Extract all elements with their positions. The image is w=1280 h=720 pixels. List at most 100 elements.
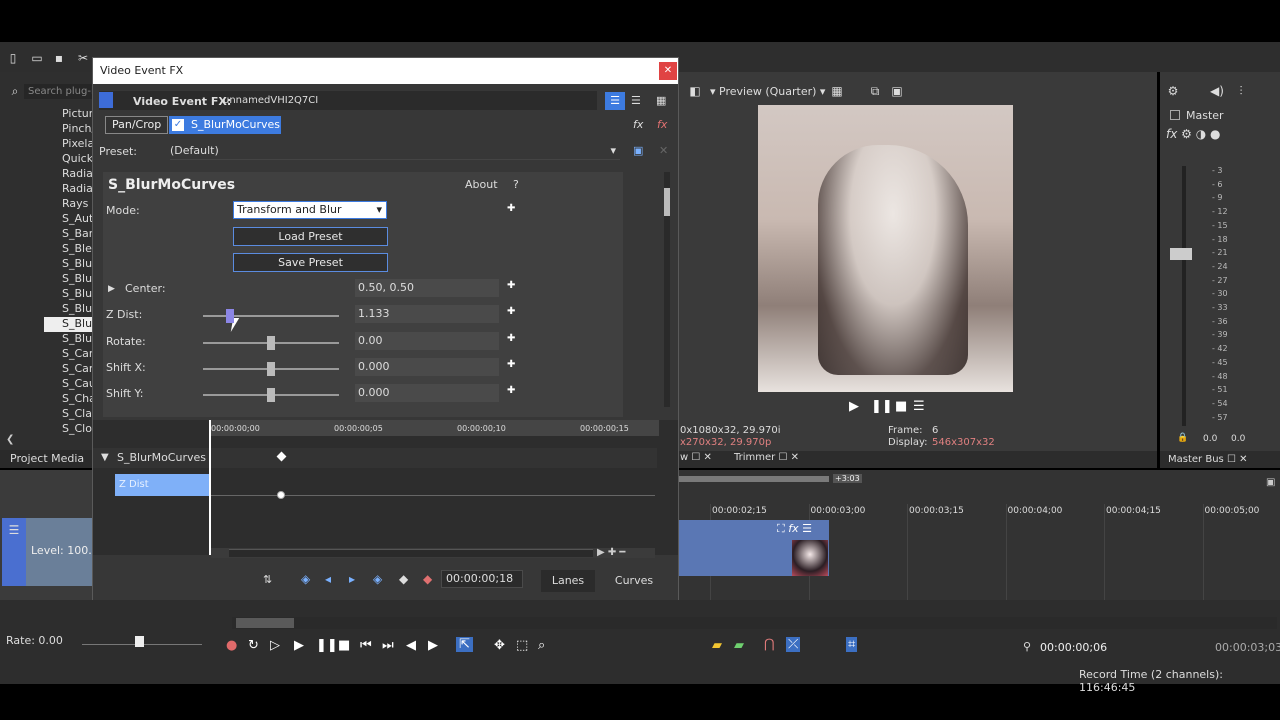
fx-list-item[interactable]: FXS_Blur [44, 332, 92, 347]
preview-settings-icon[interactable]: ◧ [688, 84, 702, 98]
fx-list-item[interactable]: FXS_Blea [44, 242, 92, 257]
param-slider-track[interactable] [203, 315, 339, 318]
param-value-field[interactable]: 0.000 [355, 357, 499, 376]
envelope-tool-icon[interactable]: ✥ [494, 638, 505, 653]
fx-list-item[interactable]: FXS_Clan [44, 407, 92, 422]
fx-list-item[interactable]: FXS_Cau [44, 377, 92, 392]
save-preset-button[interactable]: Save Preset [233, 253, 388, 272]
fx-list-item[interactable]: FXS_Cart [44, 347, 92, 362]
param-keyframe-icon[interactable]: ✚ [507, 359, 515, 370]
param-keyframe-icon[interactable]: ✚ [507, 333, 515, 344]
fx-list-item[interactable]: FXQuick B [44, 152, 92, 167]
save-snapshot-icon[interactable]: ▣ [890, 84, 904, 98]
loop-icon[interactable]: ↻ [248, 638, 259, 653]
param-slider-thumb[interactable] [267, 335, 275, 350]
auto-ripple-icon[interactable]: ⤫ [786, 637, 801, 652]
kf-prev-icon[interactable]: ◂ [325, 572, 331, 586]
master-settings-icon[interactable]: ⚙ [1166, 84, 1180, 98]
new-icon[interactable]: ▯ [6, 51, 20, 65]
fx-list-item[interactable]: FXRadial [44, 167, 92, 182]
add-fx-icon[interactable]: fx [633, 118, 643, 131]
tab-video-preview[interactable]: w ☐ ✕ [680, 452, 712, 463]
fx-list-item[interactable]: FXRays [44, 197, 92, 212]
fx-list-item[interactable]: FXS_Blur [44, 287, 92, 302]
preset-dropdown[interactable]: (Default) ▾ [170, 142, 620, 160]
chain-item-checkbox[interactable]: ✓ [172, 119, 184, 131]
edit-tool-icon[interactable]: ⇱ [456, 637, 473, 652]
preview-play-icon[interactable]: ▶ [849, 399, 859, 414]
fx-list-item[interactable]: FXPixelat [44, 137, 92, 152]
param-slider-thumb[interactable] [226, 309, 235, 324]
fx-list-item[interactable]: FXRadial [44, 182, 92, 197]
track-menu-icon[interactable]: ☰ [7, 523, 21, 537]
snap-icon[interactable]: ⋂ [764, 637, 775, 652]
master-fader-thumb[interactable] [1170, 248, 1192, 260]
load-preset-button[interactable]: Load Preset [233, 227, 388, 246]
curves-button[interactable]: Curves [605, 570, 663, 592]
save-icon[interactable]: ▪ [52, 51, 66, 65]
fx-list-item[interactable]: FXS_Blur [44, 272, 92, 287]
rate-slider-thumb[interactable] [135, 636, 144, 647]
param-keyframe-icon[interactable]: ✚ [507, 306, 515, 317]
record-icon[interactable]: ● [226, 638, 237, 653]
chain-item-pan-crop[interactable]: Pan/Crop [105, 116, 169, 134]
kf-hscroll-thumb[interactable] [229, 549, 593, 557]
pause-icon[interactable]: ❚❚ [316, 638, 338, 653]
timeline-hscroll-thumb[interactable] [236, 618, 294, 628]
timeline-hscroll[interactable] [232, 617, 1277, 629]
tab-close-icon[interactable]: ☐ ✕ [1227, 454, 1248, 465]
remove-fx-icon[interactable]: fx [657, 118, 667, 131]
zoom-tool-icon[interactable]: ⌕ [538, 638, 545, 653]
cut-icon[interactable]: ✂ [76, 51, 90, 65]
param-value-field[interactable]: 1.133 [355, 305, 499, 324]
fx-list-item[interactable]: FXPicture [44, 107, 92, 122]
params-vscroll-thumb[interactable] [664, 188, 670, 216]
about-link[interactable]: About [465, 178, 498, 191]
project-media-tab[interactable]: Project Media [0, 450, 92, 468]
explorer-scroll-left-icon[interactable]: ❮ [6, 434, 14, 445]
master-speaker-icon[interactable]: ◀) [1210, 84, 1224, 98]
preview-pause-icon[interactable]: ❚❚ [871, 399, 893, 414]
preview-mode-dropdown[interactable]: ▾ Preview (Quarter) ▾ [710, 85, 825, 98]
param-slider-thumb[interactable] [267, 361, 275, 376]
master-mixer-icon[interactable]: ⫶ [1234, 84, 1248, 98]
next-frame-icon[interactable]: ▶ [428, 638, 438, 653]
expand-center-icon[interactable]: ▶ [108, 284, 115, 294]
tab-trimmer[interactable]: Trimmer ☐ ✕ [734, 452, 799, 463]
go-start-icon[interactable]: ⏮ [360, 638, 372, 653]
selection-tool-icon[interactable]: ⬚ [516, 638, 528, 653]
save-preset-icon[interactable]: ▣ [633, 144, 643, 157]
preview-stop-icon[interactable]: ■ [895, 399, 907, 414]
lanes-button[interactable]: Lanes [541, 570, 595, 592]
fx-list-item[interactable]: FXS_Cart [44, 362, 92, 377]
fx-list-item[interactable]: FXS_Blur [44, 317, 92, 332]
kf-last-icon[interactable]: ◈ [373, 572, 382, 586]
tab-close-icon[interactable]: ☐ ✕ [691, 452, 712, 463]
param-keyframe-icon[interactable]: ✚ [507, 385, 515, 396]
marker-icon[interactable]: ▰ [712, 638, 722, 653]
param-slider-thumb[interactable] [267, 388, 275, 403]
master-fx-icon[interactable]: fx ⚙ ◑ ● [1166, 127, 1220, 141]
open-icon[interactable]: ▭ [30, 51, 44, 65]
play-from-start-icon[interactable]: ▷ [270, 638, 280, 653]
fx-list-item[interactable]: FXPinch/P [44, 122, 92, 137]
kf-track-expand-icon[interactable]: ▼ [101, 452, 109, 463]
copy-snapshot-icon[interactable]: ⧉ [868, 84, 882, 98]
kf-point[interactable] [277, 491, 285, 499]
fx-list-item[interactable]: FXS_Blur [44, 302, 92, 317]
preview-menu-icon[interactable]: ☰ [913, 399, 925, 414]
param-value-field[interactable]: 0.00 [355, 331, 499, 350]
param-value-field[interactable]: 0.000 [355, 384, 499, 403]
grid-overlay-icon[interactable]: ▦ [830, 84, 844, 98]
event-crop-icon[interactable]: ⛶ fx ☰ [777, 522, 812, 536]
kf-next-icon[interactable]: ▸ [349, 572, 355, 586]
timeline-scroll-up-icon[interactable]: ▣ [1266, 477, 1275, 488]
kf-lane-label[interactable]: Z Dist [115, 474, 209, 496]
prev-frame-icon[interactable]: ◀ [406, 638, 416, 653]
param-value-field[interactable]: 0.50, 0.50 [355, 279, 499, 297]
param-keyframe-icon[interactable]: ✚ [507, 280, 515, 291]
fx-list-item[interactable]: FXS_Band [44, 227, 92, 242]
chain-item-blur[interactable]: S_BlurMoCurves [169, 116, 281, 134]
kf-delete-icon[interactable]: ◆ [423, 572, 432, 586]
fx-list-item[interactable]: FXS_Cha [44, 392, 92, 407]
